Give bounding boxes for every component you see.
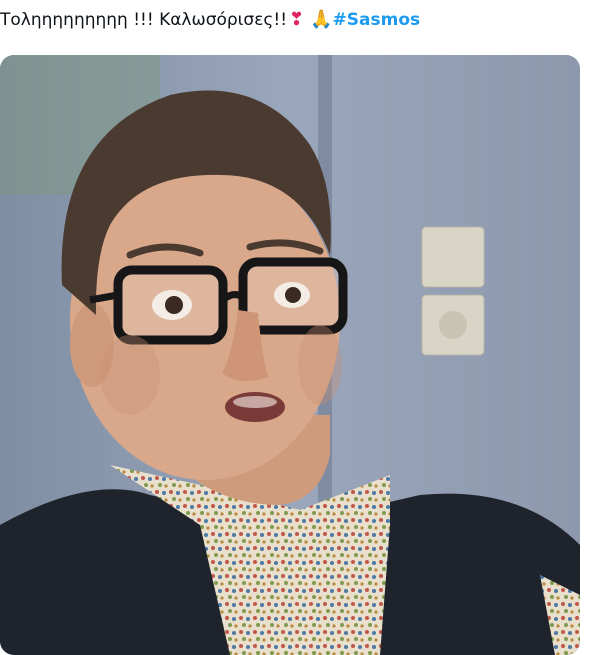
photo-illustration: [0, 55, 580, 655]
praying-hands-emoji-icon: 🙏: [310, 9, 333, 30]
hashtag-link[interactable]: #Sasmos: [333, 10, 421, 30]
tweet-media-image[interactable]: [0, 55, 580, 655]
wall-socket-top: [421, 226, 485, 288]
tweet-message: Τοληηηηηηηηη !!! Καλωσόρισες!!: [0, 10, 288, 30]
tweet-text: Τοληηηηηηηηη !!! Καλωσόρισες!! ❣ 🙏#Sasmos: [0, 6, 600, 36]
glasses-temple: [89, 291, 119, 304]
socket-hole: [439, 311, 467, 339]
heart-emoji-icon: ❣: [289, 9, 305, 30]
